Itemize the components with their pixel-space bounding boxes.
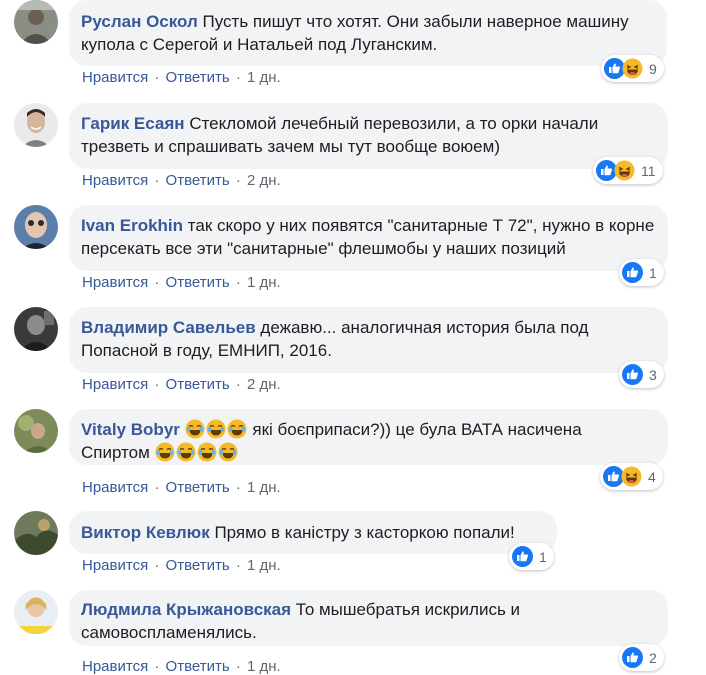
- reaction-summary[interactable]: 3: [619, 361, 664, 388]
- reaction-count: 9: [649, 60, 657, 77]
- laughing-tears-emoji: [155, 442, 175, 462]
- comment-age[interactable]: 1 дн.: [247, 274, 281, 291]
- avatar[interactable]: [14, 103, 58, 147]
- comment-author[interactable]: Руслан Оскол: [81, 12, 198, 31]
- comment-actions: Нравится · Ответить · 1 дн.: [82, 658, 281, 675]
- reaction-count: 1: [539, 548, 547, 565]
- laughing-tears-emoji: [206, 419, 226, 439]
- laughing-tears-emoji: [218, 442, 238, 462]
- like-button[interactable]: Нравится: [82, 557, 148, 574]
- comment-bubble: Владимир Савельев дежавю... аналогичная …: [69, 307, 668, 373]
- comment-actions: Нравится · Ответить · 1 дн.: [82, 479, 281, 496]
- separator: ·: [235, 172, 241, 189]
- reply-button[interactable]: Ответить: [166, 274, 230, 291]
- separator: ·: [154, 658, 160, 675]
- reaction-summary[interactable]: 4: [600, 463, 663, 490]
- comment-actions: Нравится · Ответить · 1 дн.: [82, 274, 281, 291]
- avatar[interactable]: [14, 409, 58, 453]
- separator: ·: [235, 376, 241, 393]
- comment-bubble: Людмила Крыжановская То мышебратья искри…: [69, 590, 668, 646]
- like-button[interactable]: Нравится: [82, 274, 148, 291]
- separator: ·: [154, 69, 160, 86]
- laughing-tears-emoji: [197, 442, 217, 462]
- reply-button[interactable]: Ответить: [166, 172, 230, 189]
- laughing-tears-emoji: [176, 442, 196, 462]
- separator: ·: [154, 479, 160, 496]
- reply-button[interactable]: Ответить: [166, 376, 230, 393]
- reaction-count: 1: [649, 264, 657, 281]
- reaction-summary[interactable]: 9: [601, 55, 664, 82]
- like-icon: [622, 262, 643, 283]
- comment-actions: Нравится · Ответить · 1 дн.: [82, 69, 281, 86]
- comment-age[interactable]: 1 дн.: [247, 479, 281, 496]
- reaction-summary[interactable]: 1: [619, 259, 664, 286]
- comment-author[interactable]: Гарик Есаян: [81, 114, 185, 133]
- comment-author[interactable]: Vitaly Bobyr: [81, 420, 180, 439]
- avatar[interactable]: [14, 205, 58, 249]
- comment-bubble: Руслан Оскол Пусть пишут что хотят. Они …: [69, 0, 667, 66]
- reply-button[interactable]: Ответить: [166, 658, 230, 675]
- reaction-summary[interactable]: 1: [509, 543, 554, 570]
- comment-age[interactable]: 1 дн.: [247, 557, 281, 574]
- comment-age[interactable]: 1 дн.: [247, 69, 281, 86]
- laughing-tears-emoji: [185, 419, 205, 439]
- haha-icon: [621, 466, 642, 487]
- like-button[interactable]: Нравится: [82, 658, 148, 675]
- like-icon: [622, 647, 643, 668]
- comment-age[interactable]: 2 дн.: [247, 172, 281, 189]
- separator: ·: [235, 274, 241, 291]
- reply-button[interactable]: Ответить: [166, 69, 230, 86]
- avatar[interactable]: [14, 511, 58, 555]
- reaction-count: 4: [648, 468, 656, 485]
- comment-bubble: Vitaly Bobyr які боєприпаси?)) це була В…: [69, 409, 668, 465]
- separator: ·: [235, 557, 241, 574]
- separator: ·: [154, 376, 160, 393]
- like-button[interactable]: Нравится: [82, 479, 148, 496]
- comment-author[interactable]: Ivan Erokhin: [81, 216, 183, 235]
- reaction-count: 2: [649, 649, 657, 666]
- comment-bubble: Ivan Erokhin так скоро у них появятся "с…: [69, 205, 668, 271]
- comment-age[interactable]: 1 дн.: [247, 658, 281, 675]
- reaction-count: 11: [641, 162, 656, 179]
- reaction-summary[interactable]: 2: [619, 644, 664, 671]
- haha-icon: [614, 160, 635, 181]
- like-button[interactable]: Нравится: [82, 376, 148, 393]
- reaction-count: 3: [649, 366, 657, 383]
- comment-actions: Нравится · Ответить · 2 дн.: [82, 376, 281, 393]
- like-button[interactable]: Нравится: [82, 172, 148, 189]
- comment-actions: Нравится · Ответить · 2 дн.: [82, 172, 281, 189]
- reply-button[interactable]: Ответить: [166, 479, 230, 496]
- separator: ·: [235, 479, 241, 496]
- comment-bubble: Гарик Есаян Стекломой лечебный перевозил…: [69, 103, 668, 169]
- comment-bubble: Виктор Кевлюк Прямо в каністру з касторк…: [69, 511, 557, 554]
- like-icon: [622, 364, 643, 385]
- reply-button[interactable]: Ответить: [166, 557, 230, 574]
- separator: ·: [235, 658, 241, 675]
- separator: ·: [154, 557, 160, 574]
- laughing-tears-emoji: [227, 419, 247, 439]
- avatar[interactable]: [14, 307, 58, 351]
- comment-actions: Нравится · Ответить · 1 дн.: [82, 557, 281, 574]
- reaction-summary[interactable]: 11: [593, 157, 663, 184]
- like-button[interactable]: Нравится: [82, 69, 148, 86]
- avatar[interactable]: [14, 590, 58, 634]
- comment-author[interactable]: Виктор Кевлюк: [81, 523, 210, 542]
- haha-icon: [622, 58, 643, 79]
- comment-author[interactable]: Владимир Савельев: [81, 318, 256, 337]
- separator: ·: [235, 69, 241, 86]
- like-icon: [512, 546, 533, 567]
- separator: ·: [154, 172, 160, 189]
- avatar[interactable]: [14, 0, 58, 44]
- comment-text: Прямо в каністру з касторкою попали!: [214, 523, 515, 542]
- comment-author[interactable]: Людмила Крыжановская: [81, 600, 291, 619]
- separator: ·: [154, 274, 160, 291]
- comment-age[interactable]: 2 дн.: [247, 376, 281, 393]
